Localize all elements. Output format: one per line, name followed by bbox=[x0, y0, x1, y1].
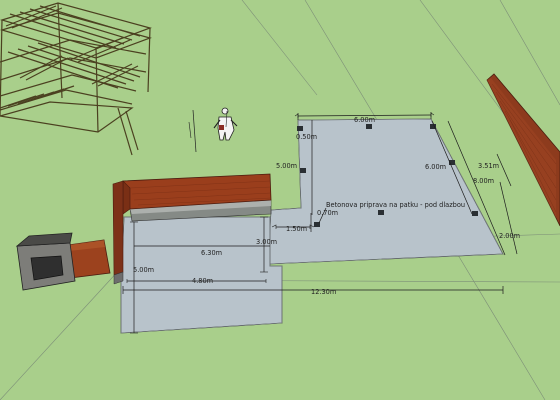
stone-grill bbox=[15, 232, 76, 291]
lower-patio-slab bbox=[120, 216, 283, 334]
dimension-left-height: 5.00m bbox=[276, 162, 297, 170]
person-figure bbox=[188, 107, 238, 153]
dimension-lower-depth: 5.00m bbox=[133, 266, 154, 274]
dimension-connector: 1.50m bbox=[286, 225, 307, 233]
dimension-patio-width: 6.30m bbox=[201, 249, 222, 257]
pergola-frame bbox=[0, 2, 152, 156]
dimension-offset-right: 3.51m bbox=[478, 162, 499, 170]
dimension-lower-width: 4.80m bbox=[192, 277, 213, 285]
dimension-overall-depth: 8.00m bbox=[473, 177, 494, 185]
sketchup-3d-viewport[interactable]: 6.00m 6.00m 5.00m 0.50m 3.51m 8.00m 2.00… bbox=[0, 0, 560, 400]
dimension-patio-depth: 3.00m bbox=[256, 238, 277, 246]
wood-bench bbox=[67, 239, 111, 279]
dimension-front-right: 2.00m bbox=[499, 232, 520, 240]
dimension-small-gap: 0.50m bbox=[296, 133, 317, 141]
dimension-right-depth: 6.00m bbox=[425, 163, 446, 171]
scene-drawing: 6.00m 6.00m 5.00m 0.50m 3.51m 8.00m 2.00… bbox=[0, 0, 560, 400]
wall-side bbox=[112, 180, 124, 276]
annotation-text: Betonova priprava na patku - pod dlazbou bbox=[326, 201, 465, 209]
dimension-pad-gap: 0.70m bbox=[317, 209, 338, 217]
dimension-total-length: 12.30m bbox=[311, 288, 336, 296]
wood-fence-right bbox=[486, 73, 560, 227]
dimension-top-width: 6.00m bbox=[354, 116, 375, 124]
